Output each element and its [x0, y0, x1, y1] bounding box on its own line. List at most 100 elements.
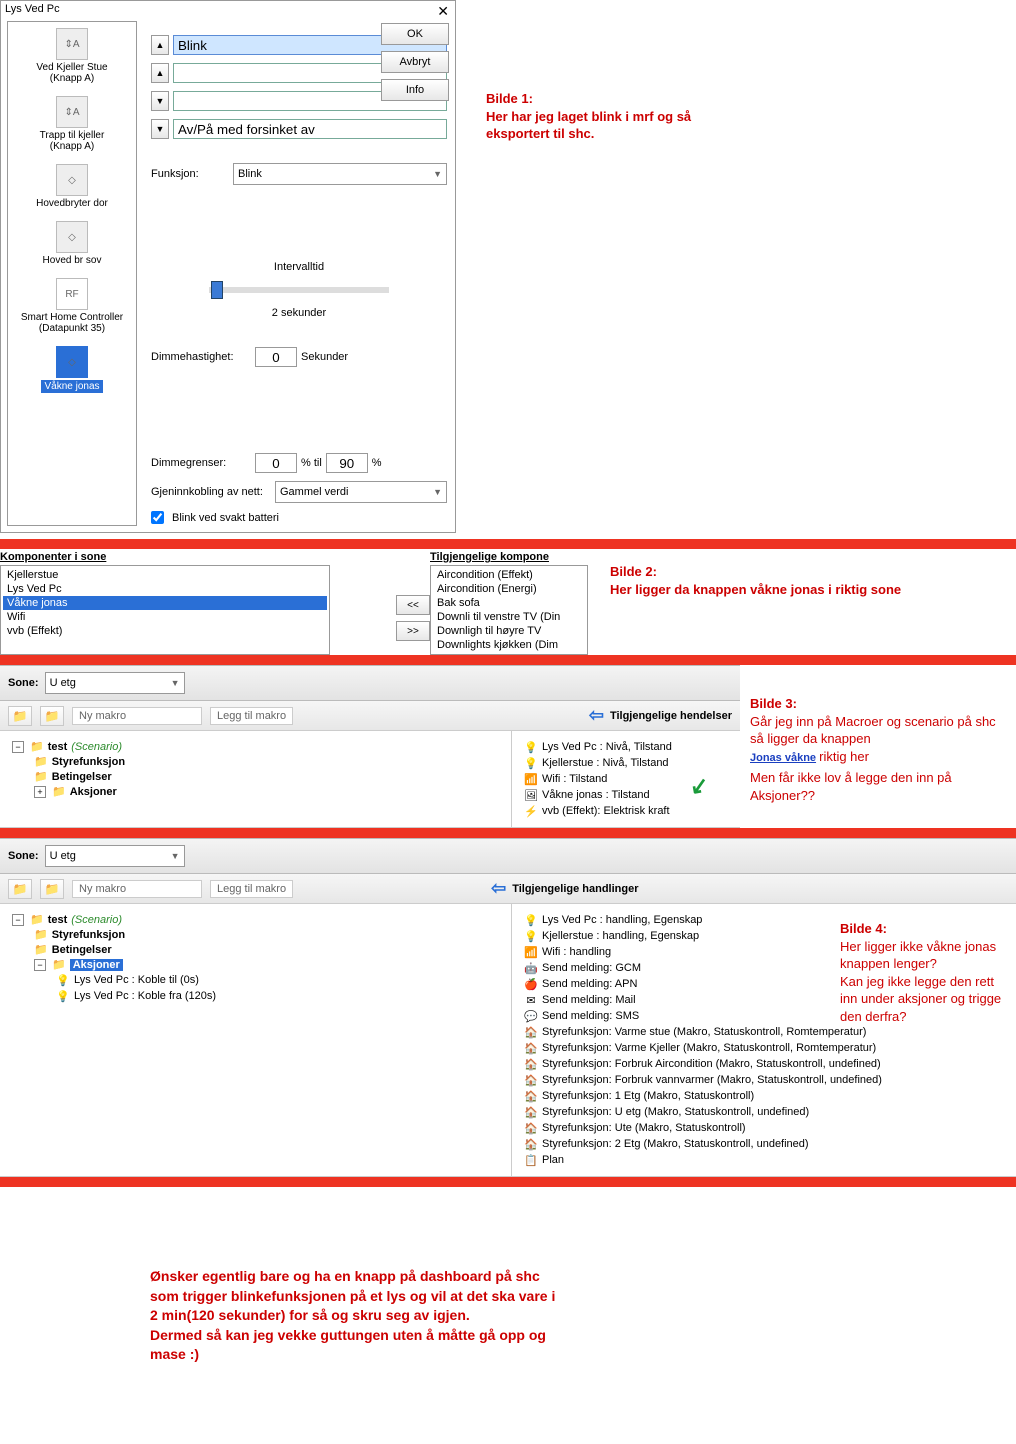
device-icon: ◇: [56, 164, 88, 196]
gjeninnkobling-select[interactable]: Gammel verdi ▼: [275, 481, 447, 503]
item-icon: 🏠: [524, 1057, 538, 1071]
tilgjengelige-listbox[interactable]: Aircondition (Effekt) Aircondition (Ener…: [430, 565, 588, 655]
dimmegrenser-lo-input[interactable]: [255, 453, 297, 473]
list-item[interactable]: Kjellerstue: [3, 568, 327, 582]
move-up2-button[interactable]: ▲: [151, 63, 169, 83]
folder-plus2-icon[interactable]: 📁: [40, 879, 64, 899]
divider: [0, 655, 1016, 665]
scene-icon: 🖼: [524, 788, 538, 802]
action-item[interactable]: Lys Ved Pc : Koble til (0s): [74, 974, 199, 986]
annotation-4-title: Bilde 4:: [840, 920, 1010, 938]
dimmegrenser-label: Dimmegrenser:: [151, 457, 251, 469]
device-icon: ◇: [56, 221, 88, 253]
move-down2-button[interactable]: ▼: [151, 119, 169, 139]
item-icon: 🏠: [524, 1105, 538, 1119]
list-item-selected[interactable]: Våkne jonas: [3, 596, 327, 610]
tree-item-styrefunksjon[interactable]: Styrefunksjon: [52, 756, 125, 768]
device-trapp[interactable]: ⇕A Trapp til kjeller (Knapp A): [40, 96, 105, 152]
move-down-button[interactable]: ▼: [151, 91, 169, 111]
close-icon[interactable]: ✕: [437, 3, 449, 20]
list-item[interactable]: Downligh til høyre TV: [433, 624, 585, 638]
move-left-button[interactable]: <<: [396, 595, 430, 615]
event-item[interactable]: Kjellerstue : Nivå, Tilstand: [542, 757, 669, 769]
event-item[interactable]: Lys Ved Pc : Nivå, Tilstand: [542, 741, 672, 753]
handling-item[interactable]: 🏠Styrefunksjon: Forbruk Aircondition (Ma…: [520, 1056, 1008, 1072]
list-item[interactable]: Lys Ved Pc: [3, 582, 327, 596]
annotation-3-l2: så ligger da knappen: [750, 730, 1000, 748]
move-right-button[interactable]: >>: [396, 621, 430, 641]
tree-item-betingelser[interactable]: Betingelser: [52, 944, 112, 956]
list-item[interactable]: Downlights kjøkken (Dim: [433, 638, 585, 652]
device-hovedbryter-dor[interactable]: ◇ Hovedbryter dor: [36, 164, 108, 209]
device-shc[interactable]: RF Smart Home Controller (Datapunkt 35): [21, 278, 123, 334]
dimmegrenser-hi-input[interactable]: [326, 453, 368, 473]
legg-til-makro-button[interactable]: Legg til makro: [210, 707, 293, 725]
action-item[interactable]: Lys Ved Pc : Koble fra (120s): [74, 990, 216, 1002]
tree-item-betingelser[interactable]: Betingelser: [52, 771, 112, 783]
handling-item[interactable]: 🏠Styrefunksjon: U etg (Makro, Statuskont…: [520, 1104, 1008, 1120]
ok-button[interactable]: OK: [381, 23, 449, 45]
device-icon: ⇕A: [56, 28, 88, 60]
blink-batteri-checkbox[interactable]: [151, 511, 164, 524]
tree-root[interactable]: test: [48, 914, 68, 926]
tilgjengelige-hendelser-label: Tilgjengelige hendelser: [610, 710, 732, 722]
event-item-vakne-jonas[interactable]: Våkne jonas : Tilstand: [542, 789, 650, 801]
arrow-left-icon: ⇦: [491, 878, 506, 899]
field-4[interactable]: [173, 119, 447, 139]
chevron-down-icon: ▼: [171, 678, 180, 688]
list-item[interactable]: Aircondition (Effekt): [433, 568, 585, 582]
power-icon: ⚡: [524, 804, 538, 818]
list-item[interactable]: Downli til venstre TV (Din: [433, 610, 585, 624]
ny-makro-input[interactable]: Ny makro: [72, 880, 202, 898]
device-label: Hoved br sov: [43, 255, 102, 266]
komponenter-listbox[interactable]: Kjellerstue Lys Ved Pc Våkne jonas Wifi …: [0, 565, 330, 655]
tree-item-aksjoner[interactable]: Aksjoner: [70, 786, 117, 798]
collapse-toggle[interactable]: −: [12, 914, 24, 926]
handling-item[interactable]: 🏠Styrefunksjon: Varme Kjeller (Makro, St…: [520, 1040, 1008, 1056]
item-icon: 📋: [524, 1153, 538, 1167]
handling-item[interactable]: 🏠Styrefunksjon: 1 Etg (Makro, Statuskont…: [520, 1088, 1008, 1104]
list-item[interactable]: Bak sofa: [433, 596, 585, 610]
device-label: Hovedbryter dor: [36, 198, 108, 209]
sone-select[interactable]: U etg ▼: [45, 672, 185, 694]
list-item[interactable]: Aircondition (Energi): [433, 582, 585, 596]
collapse-toggle[interactable]: −: [34, 959, 46, 971]
chevron-down-icon: ▼: [433, 169, 442, 179]
folder-plus-icon[interactable]: 📁: [8, 879, 32, 899]
event-item[interactable]: vvb (Effekt): Elektrisk kraft: [542, 805, 670, 817]
annotation-4-body: Her ligger ikke våkne jonas knappen leng…: [840, 938, 1010, 1026]
handling-item[interactable]: 📋Plan: [520, 1152, 1008, 1168]
legg-til-makro-button[interactable]: Legg til makro: [210, 880, 293, 898]
item-icon: ✉: [524, 993, 538, 1007]
avbryt-button[interactable]: Avbryt: [381, 51, 449, 73]
list-item[interactable]: Wifi: [3, 610, 327, 624]
intervall-slider[interactable]: [209, 287, 389, 293]
device-ved-kjeller[interactable]: ⇕A Ved Kjeller Stue (Knapp A): [36, 28, 107, 84]
handling-item[interactable]: 🏠Styrefunksjon: Forbruk vannvarmer (Makr…: [520, 1072, 1008, 1088]
expand-toggle[interactable]: +: [34, 786, 46, 798]
funksjon-select[interactable]: Blink ▼: [233, 163, 447, 185]
dimmehastighet-input[interactable]: [255, 347, 297, 367]
list-item[interactable]: vvb (Effekt): [3, 624, 327, 638]
tree-root[interactable]: test: [48, 741, 68, 753]
info-button[interactable]: Info: [381, 79, 449, 101]
device-hoved-br-sov[interactable]: ◇ Hoved br sov: [43, 221, 102, 266]
folder-icon: 📁: [52, 785, 66, 798]
folder-icon: 📁: [30, 913, 44, 926]
collapse-toggle[interactable]: −: [12, 741, 24, 753]
handling-item[interactable]: 🏠Styrefunksjon: Ute (Makro, Statuskontro…: [520, 1120, 1008, 1136]
intervall-value: 2 sekunder: [151, 307, 447, 319]
sone-select[interactable]: U etg ▼: [45, 845, 185, 867]
folder-plus2-icon[interactable]: 📁: [40, 706, 64, 726]
move-up-button[interactable]: ▲: [151, 35, 169, 55]
slider-thumb[interactable]: [211, 281, 223, 299]
tree-item-aksjoner-selected[interactable]: Aksjoner: [70, 959, 123, 971]
tilgjengelige-heading: Tilgjengelige kompone: [430, 549, 590, 565]
tree-item-styrefunksjon[interactable]: Styrefunksjon: [52, 929, 125, 941]
event-item[interactable]: Wifi : Tilstand: [542, 773, 607, 785]
handling-item[interactable]: 🏠Styrefunksjon: 2 Etg (Makro, Statuskont…: [520, 1136, 1008, 1152]
ny-makro-input[interactable]: Ny makro: [72, 707, 202, 725]
handling-item[interactable]: 🏠Styrefunksjon: Varme stue (Makro, Statu…: [520, 1024, 1008, 1040]
device-vakne-jonas[interactable]: ◇ Våkne jonas: [41, 346, 102, 393]
folder-plus-icon[interactable]: 📁: [8, 706, 32, 726]
